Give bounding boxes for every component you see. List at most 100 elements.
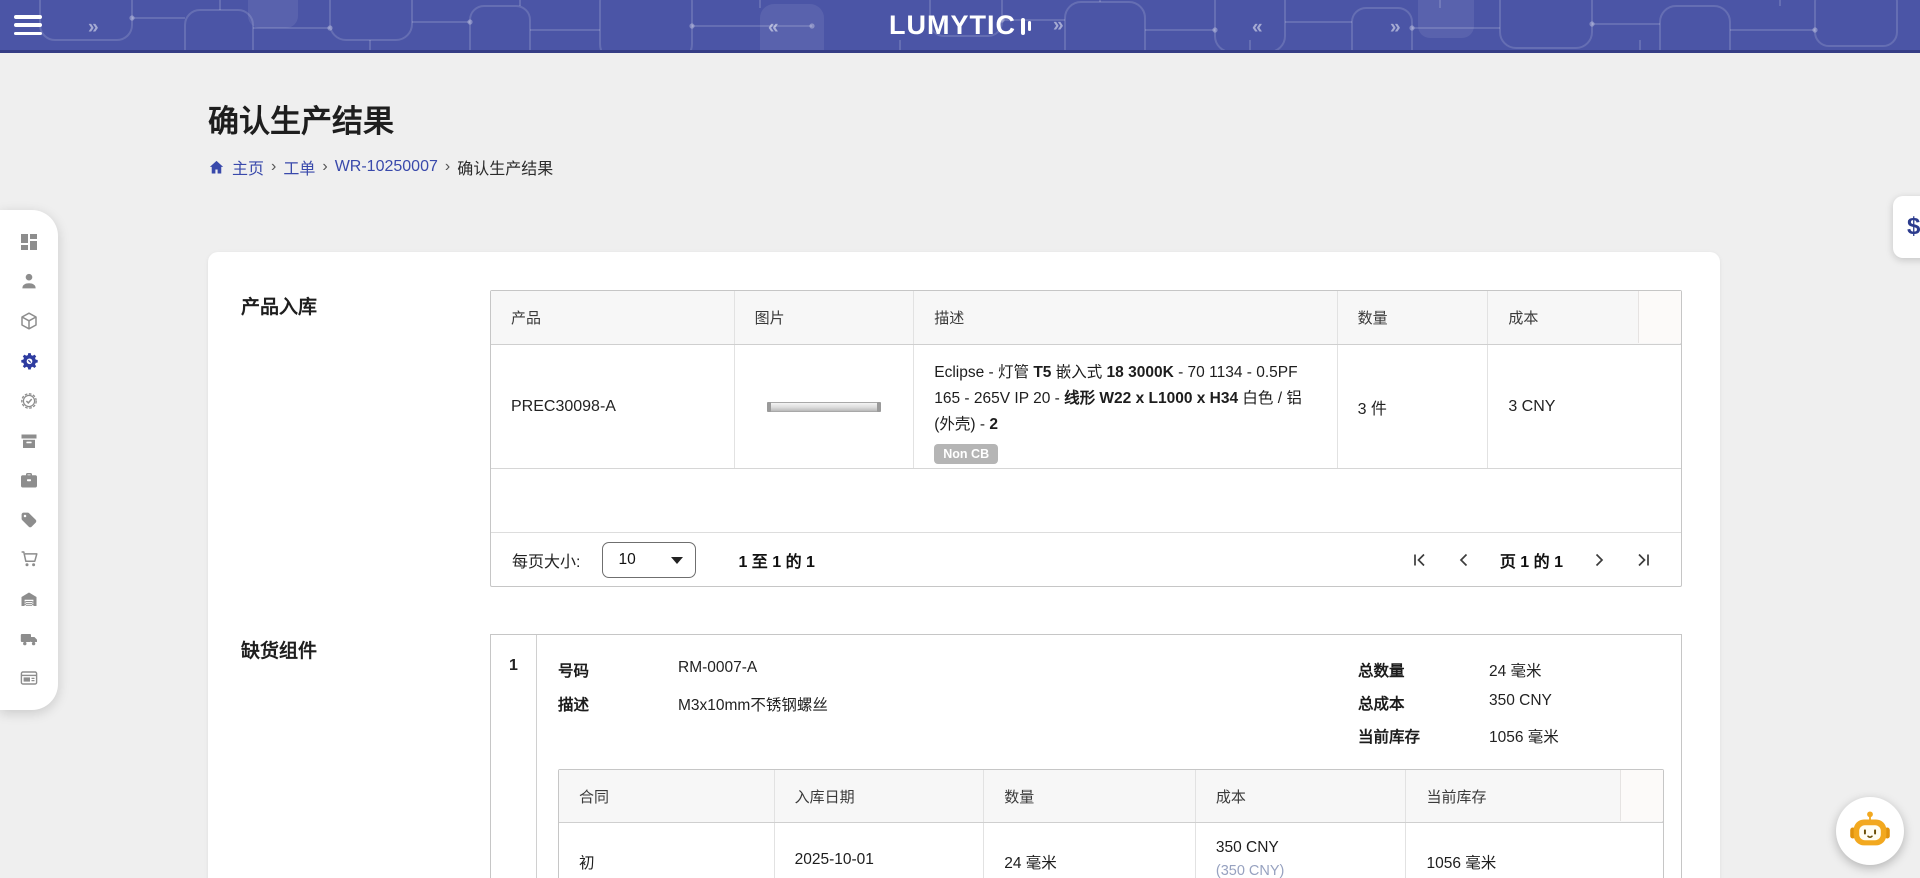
product-inbound-table: 产品 图片 描述 数量 成本 PREC30098-A Eclipse - 灯管 …: [490, 290, 1682, 587]
user-icon: [19, 271, 39, 291]
breadcrumb-workorder-id[interactable]: WR-10250007: [335, 158, 438, 176]
field-label-current-stock: 当前库存: [1358, 725, 1420, 747]
menu-bar: [14, 23, 42, 27]
logo-tube-mark-small: [1028, 21, 1031, 31]
sidebar-item-business[interactable]: [0, 470, 58, 490]
sidebar-item-users[interactable]: [0, 271, 58, 291]
breadcrumb-current: 确认生产结果: [457, 155, 553, 179]
item-index-cell: 1: [491, 635, 537, 878]
page-size-label: 每页大小:: [512, 548, 580, 572]
tag-icon: [19, 510, 39, 530]
inbound-date-cell: 2025-10-01: [775, 823, 985, 878]
warehouse-icon: [19, 589, 39, 609]
topbar: » « » « » LUMYTIC T: [0, 0, 1920, 53]
table-row[interactable]: 初 2025-10-01 24 毫米 350 CNY (350 CNY) 105…: [559, 823, 1663, 878]
svg-text:»: »: [88, 17, 99, 38]
page-size-select[interactable]: 10: [602, 542, 696, 578]
content-card: 产品入库 产品 图片 描述 数量 成本 PREC30098-A: [208, 252, 1720, 878]
page-size-value: 10: [618, 551, 635, 569]
chatbot-button[interactable]: [1836, 797, 1904, 865]
pagination-page-text: 页 1 的 1: [1500, 548, 1563, 572]
table-row[interactable]: PREC30098-A Eclipse - 灯管 T5 嵌入式 18 3000K…: [491, 345, 1681, 469]
table-header-row: 合同 入库日期 数量 成本 当前库存: [559, 770, 1663, 823]
home-icon[interactable]: [208, 159, 225, 176]
column-header-quantity: 数量: [984, 770, 1196, 822]
currency-panel-toggle[interactable]: $: [1893, 196, 1920, 258]
menu-button[interactable]: [14, 15, 42, 35]
archive-icon: [19, 431, 39, 451]
field-label-total-cost: 总成本: [1358, 692, 1405, 714]
quality-badge-icon: [19, 391, 39, 411]
tube-light-image: [767, 402, 881, 412]
cost-primary: 350 CNY: [1216, 839, 1406, 857]
table-empty-space: [491, 469, 1681, 532]
column-header-cost: 成本: [1196, 770, 1407, 822]
cost-cell: 350 CNY (350 CNY): [1196, 823, 1407, 878]
menu-bar: [14, 15, 42, 19]
column-header-quantity: 数量: [1338, 291, 1489, 344]
svg-text:«: «: [1252, 17, 1263, 38]
page-title: 确认生产结果: [208, 96, 394, 141]
field-label-description: 描述: [558, 693, 589, 715]
sidebar-item-archive[interactable]: [0, 431, 58, 451]
package-icon: [19, 311, 39, 331]
app-viewport: » « » « » LUMYTIC T: [0, 0, 1920, 878]
breadcrumb-workorders[interactable]: 工单: [283, 155, 315, 179]
product-description-cell: Eclipse - 灯管 T5 嵌入式 18 3000K - 70 1134 -…: [914, 345, 1337, 468]
item-index: 1: [491, 657, 536, 675]
section-heading-shortage: 缺货组件: [241, 636, 317, 663]
scrollbar-corner: [1638, 291, 1681, 343]
app-logo[interactable]: LUMYTIC: [889, 0, 1031, 50]
quantity-cell: 24 毫米: [984, 823, 1196, 878]
field-value-total-cost: 350 CNY: [1489, 692, 1552, 710]
currency-symbol: $: [1907, 213, 1920, 241]
sidebar-item-billing[interactable]: [0, 668, 58, 688]
shortage-component-box: 1 号码 RM-0007-A 描述 M3x10mm不锈钢螺丝 总数量 24 毫米…: [490, 634, 1682, 878]
scrollbar-corner: [1620, 770, 1663, 821]
column-header-image: 图片: [735, 291, 915, 344]
section-heading-product-inbound: 产品入库: [241, 292, 317, 319]
table-header-row: 产品 图片 描述 数量 成本: [491, 291, 1681, 345]
next-page-button[interactable]: [1590, 551, 1608, 569]
svg-text:«: «: [768, 17, 779, 38]
sidebar-item-shipping[interactable]: [0, 629, 58, 649]
field-label-total-quantity: 总数量: [1358, 659, 1405, 681]
field-value-number: RM-0007-A: [678, 659, 757, 677]
breadcrumb: 主页 › 工单 › WR-10250007 › 确认生产结果: [208, 155, 553, 179]
tube-cap: [877, 402, 881, 412]
breadcrumb-separator: ›: [271, 158, 276, 176]
svg-text:»: »: [1390, 17, 1401, 38]
sidebar-item-products[interactable]: [0, 311, 58, 331]
chevron-down-icon: [671, 557, 683, 564]
sidebar-item-production[interactable]: [0, 351, 58, 372]
sidebar-item-tags[interactable]: [0, 510, 58, 530]
truck-icon: [19, 629, 39, 649]
column-header-description: 描述: [914, 291, 1337, 344]
field-value-current-stock: 1056 毫米: [1489, 725, 1559, 747]
product-description-text: Eclipse - 灯管 T5 嵌入式 18 3000K - 70 1134 -…: [934, 360, 1316, 438]
field-label-number: 号码: [558, 659, 589, 681]
last-page-button[interactable]: [1635, 551, 1653, 569]
previous-page-button[interactable]: [1455, 551, 1473, 569]
sidebar-item-quality[interactable]: [0, 391, 58, 411]
breadcrumb-home[interactable]: 主页: [232, 155, 264, 179]
sidebar-item-warehouse[interactable]: [0, 589, 58, 609]
non-cb-badge: Non CB: [934, 444, 998, 464]
field-value-total-quantity: 24 毫米: [1489, 659, 1542, 681]
product-code-cell: PREC30098-A: [491, 345, 735, 468]
product-image-cell: [735, 345, 915, 468]
cost-secondary: (350 CNY): [1216, 863, 1406, 878]
first-page-button[interactable]: [1410, 551, 1428, 569]
production-gear-icon: [19, 351, 40, 372]
contract-cell: 初: [559, 823, 775, 878]
column-header-inbound-date: 入库日期: [775, 770, 985, 822]
breadcrumb-separator: ›: [322, 158, 327, 176]
cart-icon: [19, 549, 39, 569]
app-logo-text: LUMYTIC: [889, 10, 1016, 41]
tube-cap: [767, 402, 771, 412]
svg-text:»: »: [1053, 15, 1064, 36]
sidebar-item-dashboard[interactable]: [0, 232, 58, 252]
sidebar-item-purchasing[interactable]: [0, 549, 58, 569]
quantity-cell: 3 件: [1338, 345, 1489, 468]
sidebar: [0, 210, 58, 710]
